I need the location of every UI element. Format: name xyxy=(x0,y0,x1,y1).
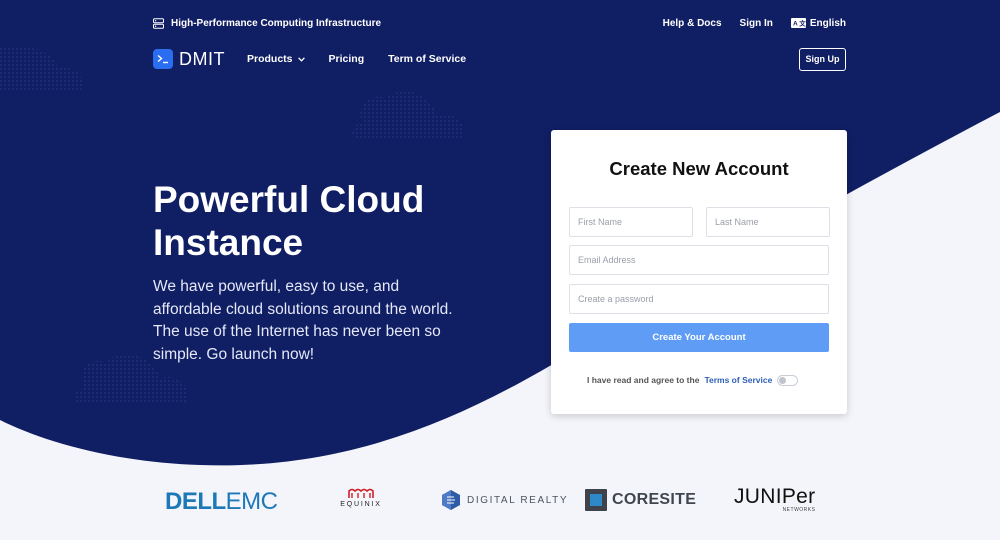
hero-title: Powerful Cloud Instance xyxy=(153,178,493,264)
terminal-icon xyxy=(153,49,173,69)
last-name-field[interactable] xyxy=(706,207,830,237)
help-docs-link[interactable]: Help & Docs xyxy=(663,18,722,29)
juniper-logo-text: JUNIPer xyxy=(734,485,816,508)
nav-terms[interactable]: Term of Service xyxy=(388,53,466,65)
language-selector[interactable]: A文 English xyxy=(790,17,846,29)
nav-products-label: Products xyxy=(247,53,293,65)
top-bar: High-Performance Computing Infrastructur… xyxy=(153,14,846,32)
language-label: English xyxy=(809,17,846,29)
translate-icon: A文 xyxy=(790,18,806,28)
agree-toggle[interactable] xyxy=(777,374,799,386)
hero-background xyxy=(0,0,1000,466)
equinix-logo-text: EQUINIX xyxy=(340,501,382,508)
create-account-button[interactable]: Create Your Account xyxy=(569,323,829,352)
chevron-down-icon xyxy=(297,56,305,62)
nav-products[interactable]: Products xyxy=(247,53,305,65)
sign-in-link[interactable]: Sign In xyxy=(740,18,773,29)
svg-text:A: A xyxy=(793,21,798,28)
first-name-field[interactable] xyxy=(569,207,693,237)
agree-text: I have read and agree to the xyxy=(587,375,700,385)
logo-text: DMIT xyxy=(179,48,225,69)
equinix-logo: EQUINIX xyxy=(334,488,388,508)
hero-title-line1: Powerful Cloud xyxy=(153,179,425,220)
coresite-logo: CORESITE xyxy=(585,489,696,511)
hero-title-line2: Instance xyxy=(153,222,304,263)
create-account-card: Create New Account Create Your Account I… xyxy=(551,130,847,414)
emc-logo-text: EMC xyxy=(225,488,278,515)
dell-logo-text: DELL xyxy=(165,488,226,515)
hero-subtitle: We have powerful, easy to use, and affor… xyxy=(153,278,453,363)
nav-pricing[interactable]: Pricing xyxy=(329,53,365,65)
digital-realty-mark-icon xyxy=(441,489,461,511)
tagline: High-Performance Computing Infrastructur… xyxy=(171,17,382,29)
coresite-mark-icon xyxy=(585,489,607,511)
toggle-knob xyxy=(779,376,787,384)
juniper-sub-text: NETWORKS xyxy=(782,507,816,513)
form-title: Create New Account xyxy=(609,158,789,179)
svg-text:文: 文 xyxy=(798,19,806,28)
terms-agreement: I have read and agree to the Terms of Se… xyxy=(587,373,799,387)
dell-emc-logo: DELL EMC xyxy=(165,488,278,516)
email-field[interactable] xyxy=(569,245,829,275)
digital-realty-logo-text: DIGITAL REALTY xyxy=(467,494,569,506)
sign-up-button[interactable]: Sign Up xyxy=(799,47,846,71)
logo[interactable]: DMIT xyxy=(153,49,225,70)
terms-link[interactable]: Terms of Service xyxy=(704,375,772,385)
main-nav: DMIT Products Pricing Term of Service Si… xyxy=(153,47,846,71)
password-field[interactable] xyxy=(569,284,829,314)
coresite-logo-text: CORESITE xyxy=(612,491,697,508)
equinix-mark-icon xyxy=(348,488,374,499)
juniper-logo: JUNIPer NETWORKS xyxy=(734,485,816,514)
digital-realty-logo: DIGITAL REALTY xyxy=(441,489,568,511)
server-icon xyxy=(153,17,164,29)
